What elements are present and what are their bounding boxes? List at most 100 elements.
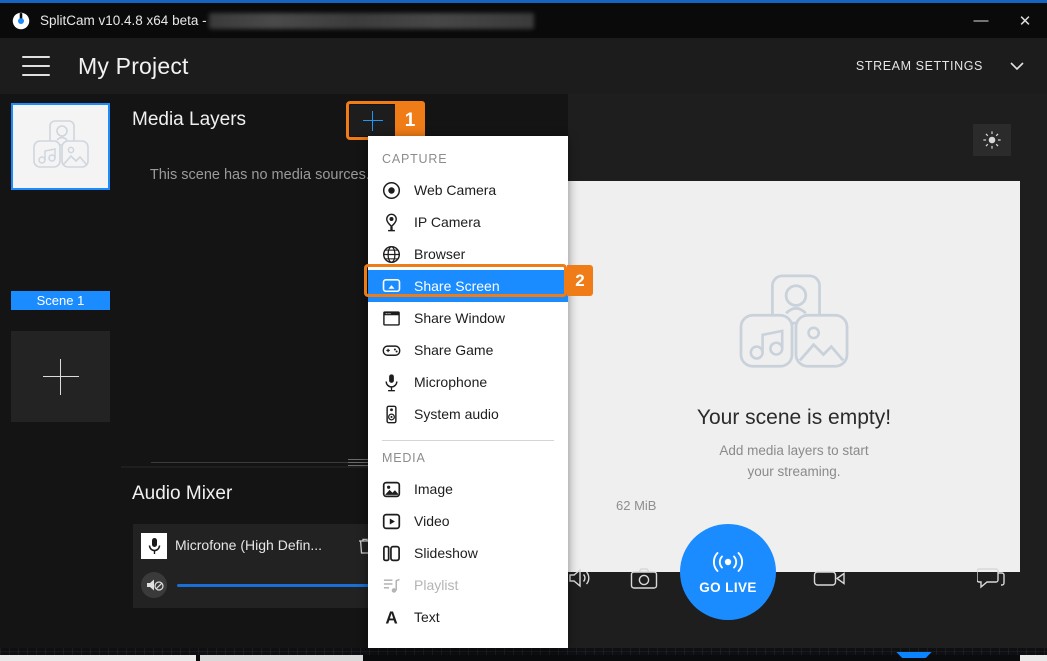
bottom-controls: GO LIVE [568,478,1047,648]
microphone-icon [382,373,401,392]
menu-item-system-audio[interactable]: System audio [368,398,568,430]
slideshow-icon [383,545,400,561]
go-live-button[interactable]: GO LIVE [680,524,776,620]
window-controls: — ✕ [959,3,1047,38]
gamepad-icon [382,344,401,356]
empty-sub-line-2: your streaming. [747,463,841,479]
menu-item-playlist: Playlist [368,569,568,601]
menu-item-label: Text [414,609,440,625]
text-icon: A [385,608,397,626]
taskbar-item[interactable] [0,655,196,661]
microphone-icon [385,373,398,391]
window-icon [383,310,400,326]
stream-settings-button[interactable]: STREAM SETTINGS [856,59,1025,73]
brightness-button[interactable] [973,124,1011,156]
brightness-icon [983,131,1001,149]
add-layer-dropdown-menu: CAPTURE Web Camera IP Camera Browser Share S… [368,136,568,648]
menu-section-label: CAPTURE [382,152,448,166]
plus-icon [362,110,383,131]
empty-scene-subtitle: Add media layers to start your streaming… [719,440,868,482]
video-icon [382,513,401,529]
menu-item-ip-camera[interactable]: IP Camera [368,206,568,238]
page-title: My Project [78,52,189,79]
plus-icon [42,358,79,395]
empty-scene-title: Your scene is empty! [696,405,892,429]
speaker-icon [569,568,590,588]
playlist-icon [383,578,400,593]
system-audio-icon [386,405,397,423]
text-icon: A [382,608,401,626]
add-scene-button[interactable] [11,331,110,422]
image-icon [382,481,401,497]
audio-mixer-row[interactable]: Microfone (High Defin... [133,524,403,608]
menu-item-web-camera[interactable]: Web Camera [368,174,568,206]
slideshow-icon [382,544,401,563]
menu-item-share-screen[interactable]: Share Screen [368,270,568,302]
web-camera-icon [382,181,401,200]
menu-item-label: Web Camera [414,182,497,198]
menu-item-label: Share Window [414,310,506,326]
playlist-icon [382,576,401,595]
menu-item-slideshow[interactable]: Slideshow [368,537,568,569]
menu-item-label: Image [414,481,453,497]
menu-item-text[interactable]: A Text [368,601,568,633]
camera-icon [630,567,658,589]
audio-mixer-title: Audio Mixer [132,483,233,504]
menu-item-browser[interactable]: Browser [368,238,568,270]
chevron-down-icon [1010,62,1024,71]
scene-name-label[interactable]: Scene 1 [11,291,110,310]
menu-item-share-window[interactable]: Share Window [368,302,568,334]
menu-item-video[interactable]: Video [368,505,568,537]
audio-device-name: Microfone (High Defin... [175,537,323,553]
menu-item-label: Playlist [414,577,459,593]
taskbar-item[interactable] [1020,655,1047,661]
record-button[interactable] [805,558,855,598]
monitor-icon [382,278,401,292]
image-icon [382,480,401,499]
go-live-label: GO LIVE [699,579,757,595]
snapshot-button[interactable] [622,558,666,598]
menu-divider [382,440,554,441]
close-button[interactable]: ✕ [1003,3,1047,38]
hamburger-icon[interactable] [22,56,50,76]
menu-item-label: Slideshow [414,545,478,561]
system-audio-icon [382,405,401,424]
chat-button[interactable] [968,558,1014,598]
broadcast-icon [713,551,743,572]
monitor-icon [382,277,401,296]
gamepad-icon [382,341,401,360]
window-title: SplitCam v10.4.8 x64 beta - [40,13,207,28]
menu-section-label: MEDIA [382,451,426,465]
video-camera-icon [813,571,845,586]
microphone-icon [141,533,167,559]
menu-item-label: IP Camera [414,214,481,230]
chat-icon [977,567,1005,588]
application-window: SplitCam v10.4.8 x64 beta - — ✕ My Proje… [0,0,1047,648]
volume-slider[interactable] [177,579,394,592]
menu-item-image[interactable]: Image [368,473,568,505]
globe-icon [382,245,401,263]
scene-thumbnail[interactable] [11,103,110,190]
media-layers-title: Media Layers [132,109,247,130]
title-bar: SplitCam v10.4.8 x64 beta - — ✕ [0,3,1047,38]
menu-item-label: Microphone [414,374,488,390]
add-media-layer-button[interactable] [350,105,395,136]
speaker-mute-icon[interactable] [141,572,167,598]
app-header: My Project STREAM SETTINGS [0,38,1047,94]
video-icon [382,512,401,531]
menu-item-label: Share Screen [414,278,500,294]
minimize-button[interactable]: — [959,3,1003,38]
splitcam-logo-icon [12,12,30,29]
menu-item-microphone[interactable]: Microphone [368,366,568,398]
scenes-panel: Scene 1 [0,94,121,648]
empty-sub-line-1: Add media layers to start [719,442,869,458]
menu-item-share-game[interactable]: Share Game [368,334,568,366]
globe-icon [382,245,401,264]
taskbar-item[interactable] [200,655,363,661]
redacted-title-region [208,12,534,29]
volume-track [177,584,392,587]
step-1-badge: 1 [395,101,425,140]
svg-text:A: A [385,608,397,626]
ip-camera-icon [386,213,397,231]
window-icon [382,309,401,328]
